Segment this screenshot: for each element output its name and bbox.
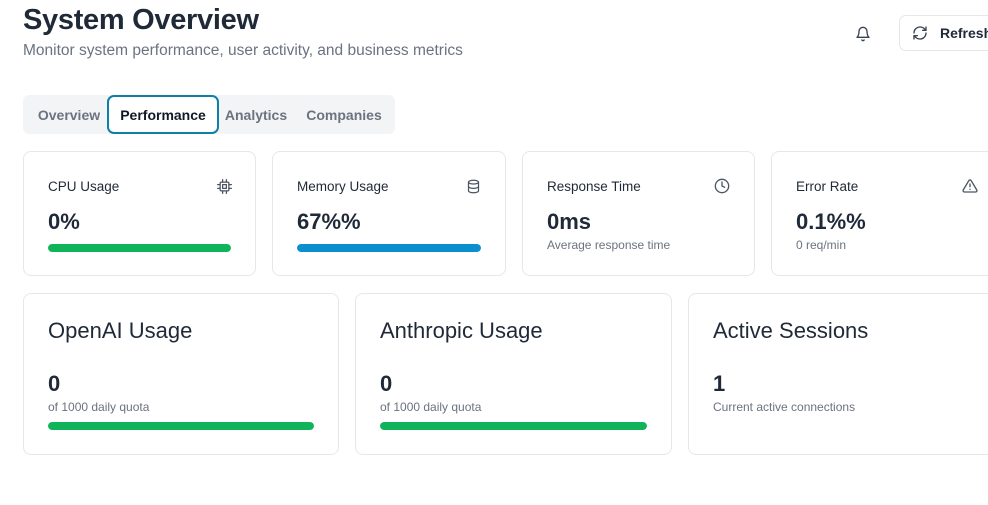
- metric-value: 67%%: [297, 209, 361, 234]
- page-title: System Overview: [23, 4, 259, 36]
- metric-card-error-rate: Error Rate 0.1%% 0 req/min: [771, 151, 988, 276]
- metric-value: 0ms: [547, 209, 592, 234]
- usage-value: 1: [713, 371, 726, 396]
- tab-list: Overview Performance Analytics Companies: [23, 95, 395, 134]
- tab-overview[interactable]: Overview: [29, 95, 109, 134]
- database-icon: [465, 178, 481, 194]
- usage-subtext: Current active connections: [713, 400, 856, 414]
- metric-value: 0%: [48, 209, 80, 234]
- metric-subtext: 0 req/min: [796, 238, 847, 252]
- metric-label: Response Time: [547, 179, 641, 194]
- metric-label: Error Rate: [796, 179, 859, 194]
- usage-title: Active Sessions: [713, 318, 869, 343]
- cpu-progress-fill: [48, 244, 231, 252]
- clock-icon: [714, 178, 730, 194]
- cpu-progress-bar: [48, 244, 231, 252]
- usage-card-active-sessions: Active Sessions 1 Current active connect…: [688, 293, 988, 455]
- metric-label: CPU Usage: [48, 179, 120, 194]
- tab-analytics[interactable]: Analytics: [221, 95, 291, 134]
- metric-subtext: Average response time: [547, 238, 671, 252]
- usage-subtext: of 1000 daily quota: [380, 400, 482, 414]
- usage-subtext: of 1000 daily quota: [48, 400, 150, 414]
- metric-card-response-time: Response Time 0ms Average response time: [522, 151, 755, 276]
- anthropic-progress-fill: [380, 422, 647, 430]
- refresh-button[interactable]: Refresh: [899, 15, 988, 51]
- refresh-label: Refresh: [940, 25, 988, 41]
- refresh-icon: [912, 25, 928, 41]
- metric-value: 0.1%%: [796, 209, 866, 234]
- usage-card-openai: OpenAI Usage 0 of 1000 daily quota: [23, 293, 339, 455]
- metric-card-cpu: CPU Usage 0%: [23, 151, 256, 276]
- metric-label: Memory Usage: [297, 179, 389, 194]
- usage-title: OpenAI Usage: [48, 318, 193, 343]
- openai-progress-fill: [48, 422, 314, 430]
- tab-companies[interactable]: Companies: [301, 95, 387, 134]
- openai-progress-bar: [48, 422, 314, 430]
- usage-card-anthropic: Anthropic Usage 0 of 1000 daily quota: [355, 293, 672, 455]
- memory-progress-fill: [297, 244, 481, 252]
- usage-title: Anthropic Usage: [380, 318, 543, 343]
- cpu-icon: [216, 178, 232, 194]
- dashboard: System Overview Monitor system performan…: [0, 0, 988, 505]
- bell-icon[interactable]: [852, 23, 874, 45]
- anthropic-progress-bar: [380, 422, 647, 430]
- usage-value: 0: [380, 371, 393, 396]
- metric-card-memory: Memory Usage 67%%: [272, 151, 506, 276]
- memory-progress-bar: [297, 244, 481, 252]
- tab-performance[interactable]: Performance: [107, 95, 219, 134]
- alert-triangle-icon: [962, 178, 978, 194]
- page-subtitle: Monitor system performance, user activit…: [23, 42, 463, 59]
- usage-value: 0: [48, 371, 61, 396]
